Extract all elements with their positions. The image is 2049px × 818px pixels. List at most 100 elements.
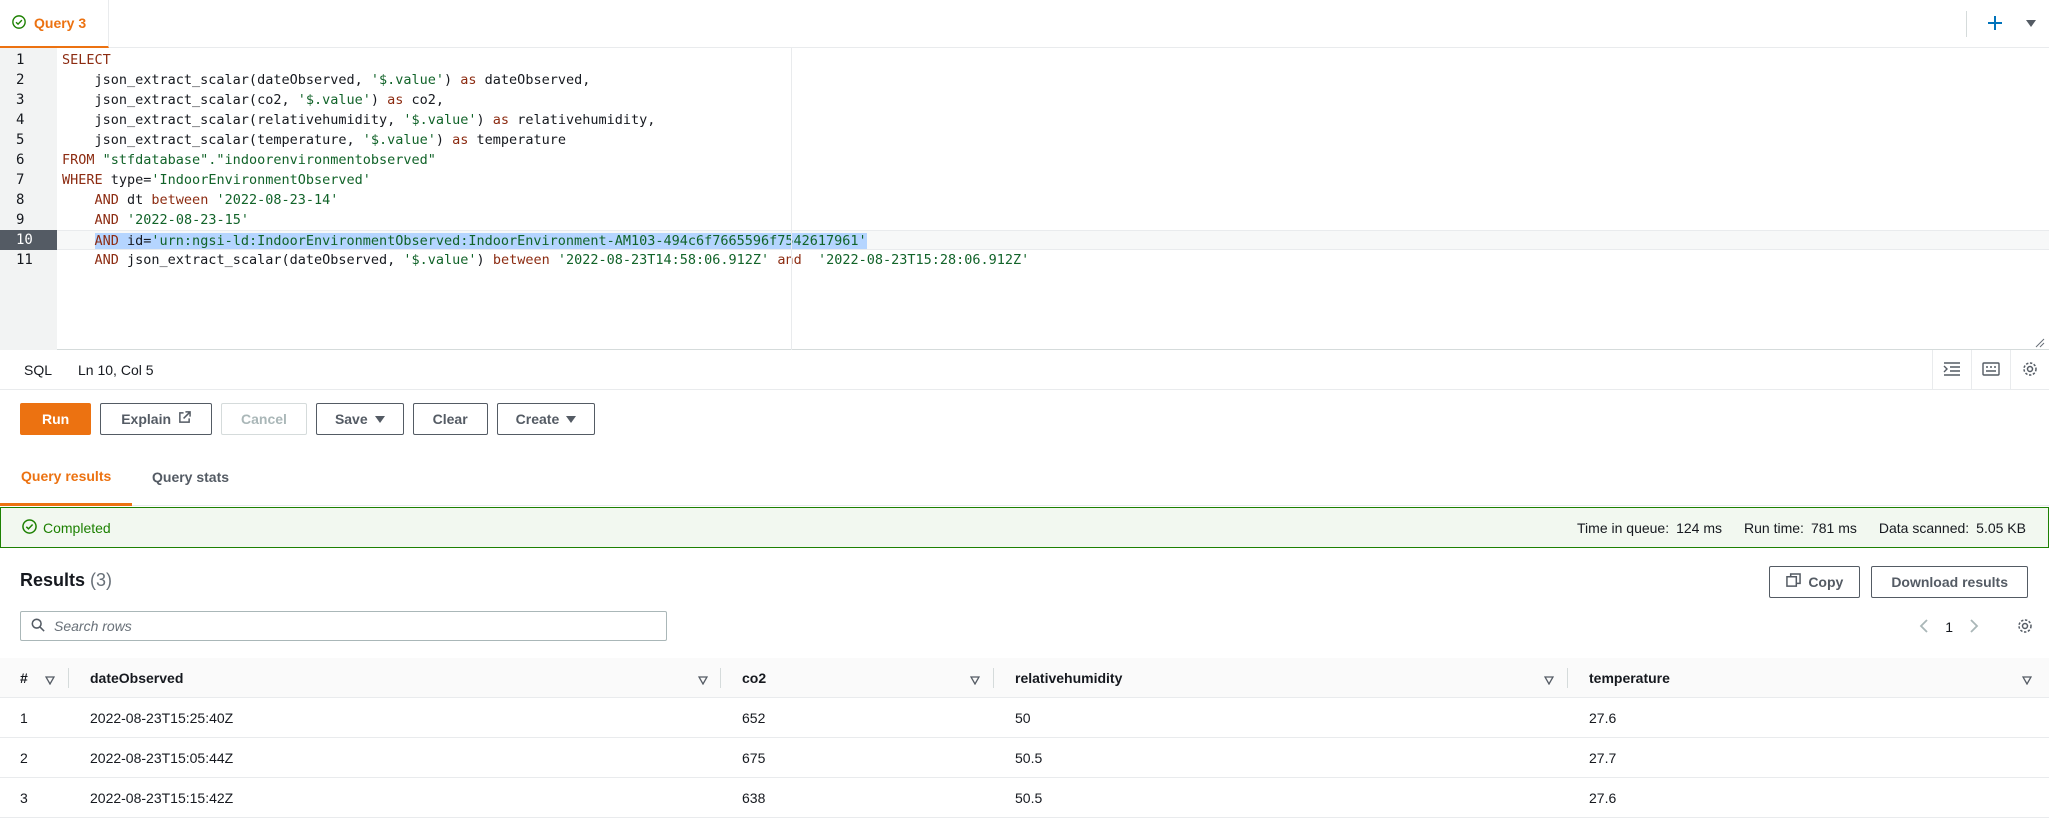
column-divider[interactable]: [720, 668, 721, 688]
run-button[interactable]: Run: [20, 403, 92, 435]
sort-triangle-icon[interactable]: [697, 672, 709, 688]
code-line-5: json_extract_scalar(temperature, '$.valu…: [62, 132, 566, 148]
create-button[interactable]: Create: [496, 403, 596, 435]
data-scanned-label: Data scanned:: [1878, 519, 1970, 536]
column-header-relativehumidity[interactable]: relativehumidity: [1015, 658, 1122, 698]
table-cell: 675: [742, 750, 766, 766]
table-cell: 27.6: [1589, 790, 1617, 806]
save-button[interactable]: Save: [315, 403, 404, 435]
search-icon: [31, 618, 45, 635]
active-line-number: 10: [0, 230, 57, 250]
column-header-index: #: [20, 670, 28, 686]
results-count: (3): [90, 570, 113, 590]
table-preferences-gear-icon[interactable]: [2017, 618, 2033, 637]
column-header-dateobserved[interactable]: dateObserved: [90, 658, 183, 698]
line-number: 8: [16, 192, 25, 208]
next-page-button[interactable]: [1969, 618, 1979, 636]
previous-page-button[interactable]: [1919, 618, 1929, 636]
code-line-2: json_extract_scalar(dateObserved, '$.val…: [62, 72, 591, 88]
format-query-button[interactable]: [1932, 350, 1971, 390]
tab-menu-button[interactable]: [2013, 6, 2049, 42]
search-rows-field[interactable]: [20, 611, 667, 641]
sql-editor[interactable]: 1 2 3 4 5 6 7 8 9 10 11 SELECT json_extr…: [0, 48, 2049, 350]
indent-icon: [1943, 361, 1961, 379]
line-number: 3: [16, 92, 25, 108]
column-divider[interactable]: [993, 668, 994, 688]
code-line-7: WHERE type='IndoorEnvironmentObserved': [62, 172, 371, 188]
results-table-header: # dateObserved co2 relativehumidity temp…: [0, 658, 2049, 698]
data-scanned-value: 5.05 KB: [1976, 519, 2026, 536]
sort-triangle-icon[interactable]: [2021, 672, 2033, 688]
table-row: 2 2022-08-23T15:05:44Z 675 50.5 27.7: [0, 738, 2049, 778]
explain-button[interactable]: Explain: [100, 403, 213, 435]
table-row: 3 2022-08-23T15:15:42Z 638 50.5 27.6: [0, 778, 2049, 818]
resize-grip-icon[interactable]: [2035, 335, 2045, 348]
code-line-8: AND dt between '2022-08-23-14': [94, 192, 339, 208]
line-number: 4: [16, 112, 25, 128]
keyboard-icon: [1982, 361, 2000, 379]
table-cell: 2022-08-23T15:25:40Z: [90, 710, 234, 726]
editor-settings-button[interactable]: [2010, 350, 2049, 390]
line-number: 11: [16, 252, 33, 268]
external-link-icon: [178, 411, 191, 427]
keyboard-shortcuts-button[interactable]: [1971, 350, 2010, 390]
language-label: SQL: [24, 361, 53, 378]
copy-button[interactable]: Copy: [1769, 566, 1861, 598]
gear-icon: [2022, 361, 2038, 380]
query-tab-bar: Query 3: [0, 0, 2049, 48]
line-number: 2: [16, 72, 25, 88]
query-toolbar: Run Explain Cancel Save Clear Create: [20, 403, 596, 435]
code-area[interactable]: SELECT json_extract_scalar(dateObserved,…: [57, 48, 2049, 350]
tab-query-stats[interactable]: Query stats: [131, 448, 250, 506]
table-cell: 50: [1015, 710, 1031, 726]
sort-triangle-icon[interactable]: [44, 672, 56, 688]
check-circle-icon: [12, 14, 26, 32]
status-text: Completed: [43, 519, 111, 536]
table-row: 1 2022-08-23T15:25:40Z 652 50 27.6: [0, 698, 2049, 738]
sort-triangle-icon[interactable]: [969, 672, 981, 688]
result-tabs: Query results Query stats: [0, 448, 2049, 506]
code-line-6: FROM "stfdatabase"."indoorenvironmentobs…: [62, 152, 436, 168]
column-header-temperature[interactable]: temperature: [1589, 658, 1670, 698]
sort-triangle-icon[interactable]: [1543, 672, 1555, 688]
results-heading: Results (3): [20, 570, 113, 590]
table-cell: 2022-08-23T15:15:42Z: [90, 790, 234, 806]
column-divider[interactable]: [68, 668, 69, 688]
column-divider[interactable]: [1567, 668, 1568, 688]
line-number-gutter: 1 2 3 4 5 6 7 8 9 10 11: [0, 48, 57, 350]
copy-icon: [1786, 573, 1802, 591]
table-cell: 50.5: [1015, 750, 1043, 766]
caret-down-icon: [374, 411, 385, 427]
code-line-9: AND '2022-08-23-15': [94, 212, 249, 228]
code-line-11: AND json_extract_scalar(dateObserved, '$…: [94, 252, 1030, 268]
tab-query-results[interactable]: Query results: [0, 448, 133, 506]
table-cell: 2022-08-23T15:05:44Z: [90, 750, 234, 766]
code-line-1: SELECT: [62, 52, 111, 68]
current-page[interactable]: 1: [1945, 619, 1953, 635]
line-number: 1: [16, 52, 25, 68]
search-rows-input[interactable]: [54, 618, 634, 634]
query-stats-summary: Time in queue: 124 ms Run time: 781 ms Dat…: [1577, 508, 2026, 547]
table-cell: 3: [20, 790, 28, 806]
column-header-co2[interactable]: co2: [742, 658, 766, 698]
code-line-3: json_extract_scalar(co2, '$.value') as c…: [62, 92, 445, 108]
line-number: 9: [16, 212, 25, 228]
line-number: 7: [16, 172, 25, 188]
table-cell: 1: [20, 710, 28, 726]
plus-icon: [1987, 15, 2003, 34]
print-margin: [791, 48, 792, 350]
query-status-banner: Completed Time in queue: 124 ms Run time:…: [0, 507, 2049, 548]
table-cell: 50.5: [1015, 790, 1043, 806]
caret-down-icon: [2025, 16, 2037, 32]
download-results-button[interactable]: Download results: [1871, 566, 2028, 598]
clear-button[interactable]: Clear: [412, 403, 488, 435]
run-time-label: Run time:: [1744, 519, 1804, 536]
caret-down-icon: [566, 411, 577, 427]
cancel-button[interactable]: Cancel: [221, 403, 307, 435]
add-query-tab-button[interactable]: [1977, 6, 2013, 42]
tab-query-3[interactable]: Query 3: [0, 0, 110, 48]
line-number: 5: [16, 132, 25, 148]
divider: [1966, 11, 1967, 37]
code-line-10-selected: AND id='urn:ngsi-ld:IndoorEnvironmentObs…: [57, 230, 2049, 250]
time-in-queue-label: Time in queue:: [1577, 519, 1670, 536]
